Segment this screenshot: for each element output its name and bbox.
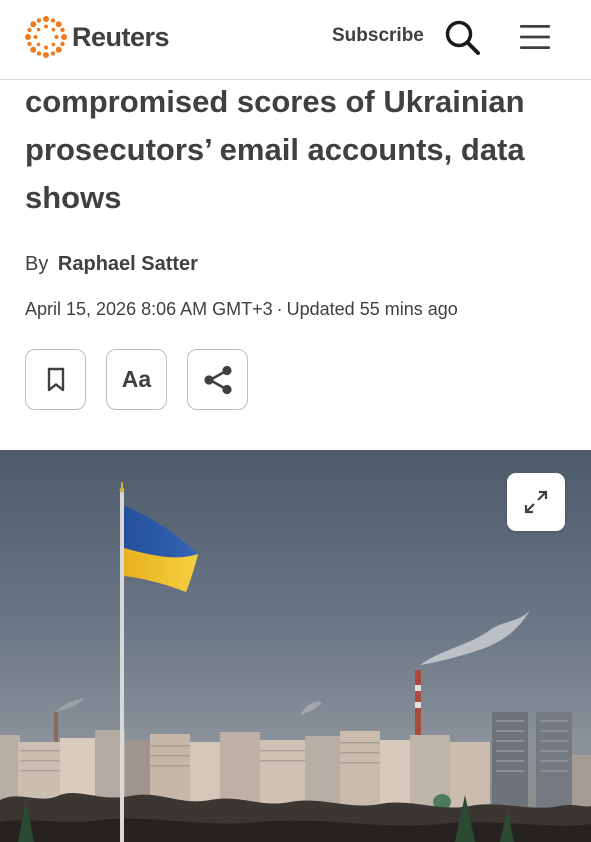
site-header: Reuters Subscribe: [0, 0, 591, 80]
reuters-logo-icon: [25, 16, 67, 58]
kyiv-skyline-flag-photo: [0, 450, 591, 842]
expand-image-button[interactable]: [507, 473, 565, 531]
dateline: April 15, 2026 8:06 AM GMT+3 · Updated 55 …: [25, 299, 458, 320]
updated-time: Updated 55 mins ago: [286, 299, 458, 319]
byline: By Raphael Satter: [25, 253, 198, 276]
share-button[interactable]: [187, 349, 248, 410]
logo-text: Reuters: [72, 21, 170, 52]
search-button[interactable]: [443, 18, 483, 58]
author-link[interactable]: Raphael Satter: [58, 253, 198, 275]
bookmark-icon: [47, 367, 64, 391]
article-headline: compromised scores of Ukrainian prosecut…: [25, 84, 525, 215]
share-icon: [203, 365, 232, 394]
expand-icon: [524, 490, 548, 514]
search-icon: [445, 20, 480, 55]
dateline-separator: ·: [276, 299, 283, 319]
subscribe-link[interactable]: Subscribe: [332, 25, 424, 47]
byline-prefix: By: [25, 253, 49, 275]
bookmark-button[interactable]: [25, 349, 86, 410]
reuters-logo[interactable]: Reuters: [24, 15, 170, 59]
article-image[interactable]: [0, 450, 591, 842]
text-size-label: Aa: [121, 366, 152, 392]
publish-date: April 15, 2026 8:06 AM GMT+3: [25, 299, 273, 319]
text-size-button[interactable]: Aa: [106, 349, 167, 410]
hamburger-menu-icon: [520, 25, 550, 49]
menu-button[interactable]: [518, 22, 552, 52]
